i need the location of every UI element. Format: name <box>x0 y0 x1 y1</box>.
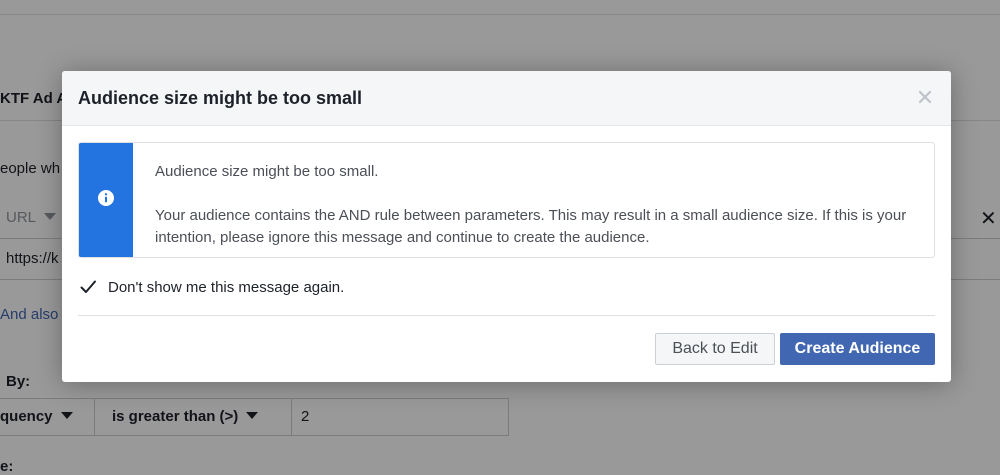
dialog-title: Audience size might be too small <box>78 88 363 108</box>
notice-message: Audience size might be too small. Your a… <box>155 161 914 249</box>
audience-warning-dialog: Audience size might be too small Audienc… <box>62 71 951 382</box>
back-to-edit-button[interactable]: Back to Edit <box>655 333 775 365</box>
notice-body: Your audience contains the AND rule betw… <box>155 207 907 246</box>
notice-headline: Audience size might be too small. <box>155 163 379 180</box>
dont-show-again-checkbox[interactable] <box>78 277 98 297</box>
dont-show-again-option[interactable]: Don't show me this message again. <box>78 276 344 298</box>
dialog-header: Audience size might be too small <box>62 71 951 126</box>
footer-divider <box>78 315 935 316</box>
dont-show-again-label: Don't show me this message again. <box>108 278 345 296</box>
info-icon <box>98 189 114 211</box>
checkmark-icon <box>80 280 96 293</box>
notice-accent-bar <box>79 143 133 257</box>
create-audience-button[interactable]: Create Audience <box>780 333 935 365</box>
info-notice: Audience size might be too small. Your a… <box>78 142 935 258</box>
close-icon[interactable] <box>915 87 935 107</box>
